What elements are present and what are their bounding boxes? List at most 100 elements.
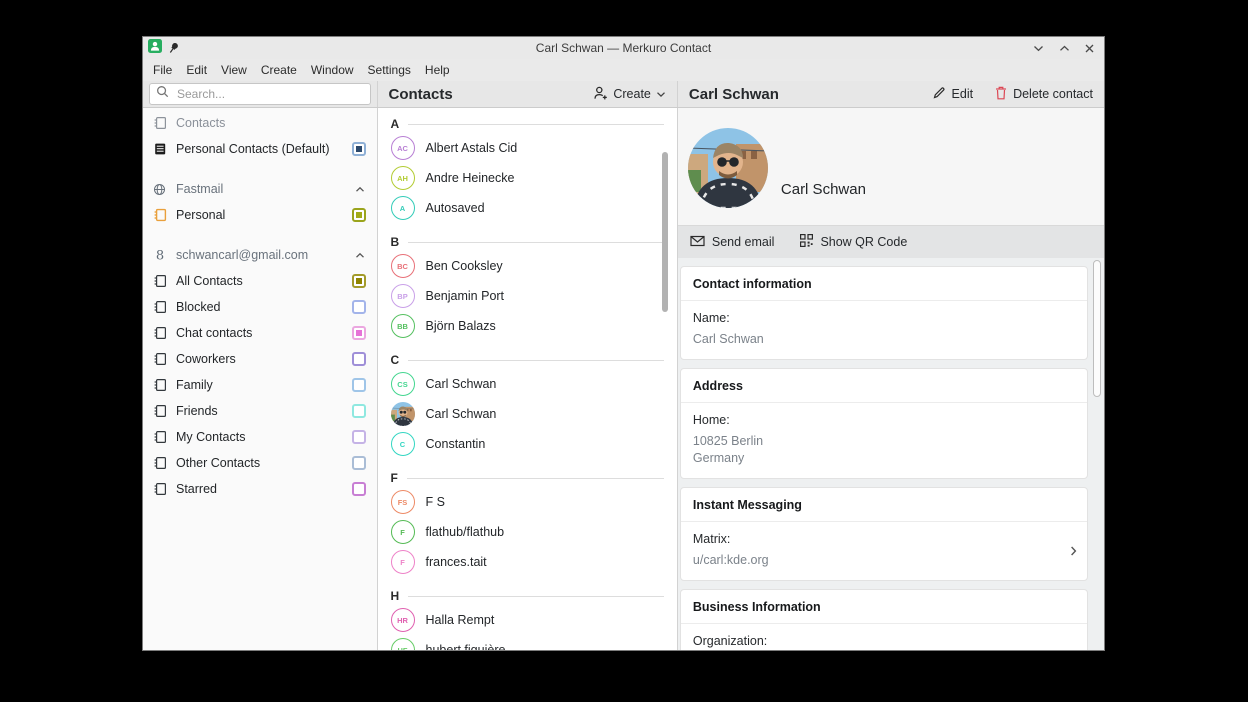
sidebar-item-other-contacts[interactable]: Other Contacts bbox=[143, 450, 377, 476]
section-letter: A bbox=[390, 117, 400, 131]
collection-checkbox[interactable] bbox=[351, 456, 366, 470]
contact-initials-avatar: C bbox=[390, 432, 415, 456]
field-home: Home: 10825 Berlin Germany bbox=[681, 403, 1087, 478]
contact-row-f-s[interactable]: FS F S bbox=[390, 487, 664, 517]
collection-checkbox[interactable] bbox=[351, 404, 366, 418]
contact-row-ben-cooksley[interactable]: BC Ben Cooksley bbox=[390, 251, 664, 281]
contact-initials-avatar: BP bbox=[390, 284, 415, 308]
detail-scrollbar[interactable] bbox=[1093, 260, 1101, 397]
contact-row-andre-heinecke[interactable]: AH Andre Heinecke bbox=[390, 163, 664, 193]
contacts-panel-header: Contacts Create bbox=[376, 81, 677, 107]
sidebar-item-personal-contacts-default[interactable]: Personal Contacts (Default) bbox=[143, 136, 377, 162]
contact-row-frances-tait[interactable]: Ffrances.tait bbox=[390, 547, 664, 577]
menu-file[interactable]: File bbox=[146, 61, 179, 79]
collection-checkbox[interactable] bbox=[351, 430, 366, 444]
collection-checkbox[interactable] bbox=[351, 300, 366, 314]
contact-action-toolbar: Send email Show QR Code bbox=[677, 225, 1104, 258]
sidebar-item-contacts[interactable]: Contacts bbox=[143, 110, 377, 136]
contact-row-albert-astals-cid[interactable]: AC Albert Astals Cid bbox=[390, 133, 664, 163]
contact-display-name: Carl Schwan bbox=[780, 181, 866, 198]
detail-cards: Contact information Name: Carl Schwan Addre… bbox=[679, 266, 1088, 650]
delete-contact-button[interactable]: Delete contact bbox=[995, 86, 1093, 103]
edit-button[interactable]: Edit bbox=[932, 86, 973, 103]
search-box[interactable] bbox=[149, 83, 371, 105]
field-name: Name: Carl Schwan bbox=[681, 301, 1087, 359]
pencil-icon bbox=[932, 86, 946, 103]
field-label: Matrix: bbox=[692, 531, 731, 546]
detail-panel-header: Carl Schwan Edit Delete contact bbox=[676, 81, 1104, 107]
contact-initials-avatar: AH bbox=[390, 166, 415, 190]
menu-window[interactable]: Window bbox=[304, 61, 361, 79]
contact-name: Halla Rempt bbox=[425, 613, 495, 627]
field-value: Carl Schwan bbox=[692, 332, 764, 346]
contact-name: Andre Heinecke bbox=[425, 171, 515, 185]
send-email-button[interactable]: Send email bbox=[690, 235, 774, 250]
menu-settings[interactable]: Settings bbox=[361, 61, 418, 79]
collection-checkbox[interactable] bbox=[351, 208, 366, 222]
contact-row-constantin[interactable]: C Constantin bbox=[390, 429, 664, 459]
menu-create[interactable]: Create bbox=[254, 61, 304, 79]
contact-row-carl-schwan[interactable]: Carl Schwan bbox=[390, 399, 664, 429]
show-qr-code-button[interactable]: Show QR Code bbox=[800, 234, 907, 250]
field-value: u/carl:kde.org bbox=[692, 552, 769, 567]
collection-checkbox[interactable] bbox=[351, 378, 366, 392]
sidebar-item-friends[interactable]: Friends bbox=[143, 398, 377, 424]
address-book-icon bbox=[152, 116, 167, 130]
contact-initials-avatar: A bbox=[390, 196, 415, 220]
menu-view[interactable]: View bbox=[214, 61, 254, 79]
collection-checkbox[interactable] bbox=[351, 142, 366, 156]
field-matrix[interactable]: Matrix: u/carl:kde.org bbox=[681, 522, 1087, 580]
contact-row-hubert-figui-re[interactable]: HF hubert figuière bbox=[390, 635, 664, 650]
contact-initials-avatar: BB bbox=[390, 314, 415, 338]
sidebar-item-schwancarl-gmail-com[interactable]: 8 schwancarl@gmail.com bbox=[143, 242, 377, 268]
menu-help[interactable]: Help bbox=[418, 61, 457, 79]
contact-name: Björn Balazs bbox=[425, 319, 496, 333]
collection-checkbox[interactable] bbox=[351, 352, 366, 366]
close-icon[interactable] bbox=[1085, 44, 1094, 53]
titlebar[interactable]: Carl Schwan — Merkuro Contact bbox=[143, 37, 1104, 59]
sidebar-item-chat-contacts[interactable]: Chat contacts bbox=[143, 320, 377, 346]
chevron-down-icon bbox=[656, 87, 666, 101]
sidebar-item-starred[interactable]: Starred bbox=[143, 476, 377, 502]
contact-row-autosaved[interactable]: A Autosaved bbox=[390, 193, 664, 223]
collection-checkbox[interactable] bbox=[351, 326, 366, 340]
sidebar-item-blocked[interactable]: Blocked bbox=[143, 294, 377, 320]
contact-detail-content: Contact information Name: Carl Schwan Addre… bbox=[678, 258, 1104, 650]
collection-checkbox[interactable] bbox=[351, 482, 366, 496]
chevron-right-icon[interactable] bbox=[1070, 545, 1077, 556]
contact-row-bj-rn-balazs[interactable]: BB Björn Balazs bbox=[390, 311, 664, 341]
card-heading: Contact information bbox=[680, 267, 1087, 301]
chevron-up-icon[interactable] bbox=[355, 186, 365, 193]
sidebar-item-personal[interactable]: Personal bbox=[143, 202, 377, 228]
sidebar-item-coworkers[interactable]: Coworkers bbox=[143, 346, 377, 372]
chevron-up-icon[interactable] bbox=[355, 252, 365, 259]
contact-row-halla-rempt[interactable]: HR Halla Rempt bbox=[390, 605, 664, 635]
contacts-list-scrollbar[interactable] bbox=[661, 152, 668, 312]
section-divider bbox=[408, 359, 664, 361]
contact-initials-avatar: FS bbox=[390, 490, 415, 514]
search-input[interactable] bbox=[175, 86, 364, 102]
sidebar-item-label: Starred bbox=[176, 482, 217, 496]
create-button[interactable]: Create bbox=[593, 86, 666, 103]
contact-initials-avatar: CS bbox=[390, 372, 415, 396]
maximize-icon[interactable] bbox=[1059, 45, 1070, 52]
menu-edit[interactable]: Edit bbox=[179, 61, 214, 79]
contact-row-flathub-flathub[interactable]: Fflathub/flathub bbox=[390, 517, 664, 547]
collection-checkbox[interactable] bbox=[351, 274, 366, 288]
contact-row-benjamin-port[interactable]: BP Benjamin Port bbox=[390, 281, 664, 311]
contact-name: Constantin bbox=[425, 437, 486, 451]
field-label: Organization: bbox=[692, 634, 768, 648]
section-letter: H bbox=[390, 589, 400, 603]
contact-initials-avatar: AC bbox=[390, 136, 415, 160]
sidebar-item-all-contacts[interactable]: All Contacts bbox=[143, 268, 377, 294]
address-book-icon bbox=[152, 430, 167, 444]
contact-row-carl-schwan[interactable]: CS Carl Schwan bbox=[390, 369, 664, 399]
sidebar-item-label: Other Contacts bbox=[176, 456, 261, 470]
sidebar-item-family[interactable]: Family bbox=[143, 372, 377, 398]
contact-initials-avatar: HF bbox=[390, 638, 415, 650]
detail-panel-title: Carl Schwan bbox=[688, 85, 779, 103]
sidebar-item-my-contacts[interactable]: My Contacts bbox=[143, 424, 377, 450]
minimize-icon[interactable] bbox=[1033, 45, 1044, 52]
sidebar-item-fastmail[interactable]: Fastmail bbox=[143, 176, 377, 202]
section-divider bbox=[408, 595, 664, 597]
